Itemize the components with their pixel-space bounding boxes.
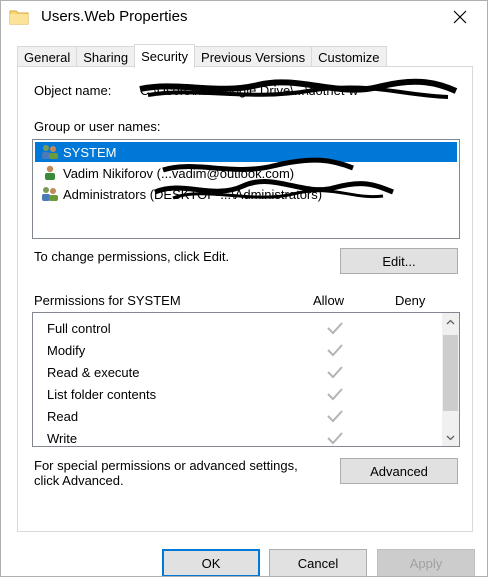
special-permissions-text-2: click Advanced. (34, 473, 124, 488)
advanced-button[interactable]: Advanced (340, 458, 458, 484)
tab-previous-versions[interactable]: Previous Versions (194, 46, 313, 67)
group-names-label: Group or user names: (34, 119, 161, 134)
deny-header: Deny (395, 293, 426, 308)
group-user-list[interactable]: SYSTEM Vadim Nikiforov (...vadim@outlook… (32, 139, 460, 239)
chevron-down-icon (446, 435, 455, 440)
list-item-administrators[interactable]: Administrators (DESKTOP-...\Administrato… (35, 184, 457, 204)
list-item-system[interactable]: SYSTEM (35, 142, 457, 162)
tab-label: General (24, 49, 71, 65)
ok-button[interactable]: OK (162, 549, 260, 576)
allow-check-icon (327, 410, 343, 423)
list-item-vadim[interactable]: Vadim Nikiforov (...vadim@outlook.com) (35, 163, 457, 183)
list-item-label: Administrators (DESKTOP-...\Administrato… (63, 186, 323, 202)
permissions-for-label: Permissions for SYSTEM (34, 293, 181, 308)
allow-header: Allow (313, 293, 345, 308)
change-permissions-text: To change permissions, click Edit. (34, 249, 230, 264)
scroll-up-button[interactable] (442, 313, 459, 330)
tab-strip: General Sharing Security Previous Versio… (17, 44, 387, 68)
permission-row-write: Write (47, 427, 343, 449)
users-group-icon (42, 145, 58, 159)
object-name-value[interactable]: C:\Users\nik\Google Drive\...\dotnet-w (140, 83, 460, 98)
tab-label: Sharing (83, 49, 129, 65)
scroll-thumb[interactable] (443, 335, 458, 411)
permission-label: Read (47, 408, 79, 424)
list-item-label: SYSTEM (63, 144, 117, 160)
tab-label: Customize (318, 49, 380, 65)
list-item-label: Vadim Nikiforov (...vadim@outlook.com) (63, 165, 295, 181)
allow-check-icon (327, 432, 343, 445)
tab-label: Security (141, 49, 189, 64)
allow-check-icon (327, 366, 343, 379)
object-name-label: Object name: (34, 83, 112, 98)
permission-row-modify: Modify (47, 339, 343, 361)
tab-general[interactable]: General (17, 46, 78, 67)
tab-customize[interactable]: Customize (311, 46, 387, 67)
allow-check-icon (327, 344, 343, 357)
permission-label: List folder contents (47, 386, 157, 402)
permission-label: Modify (47, 342, 86, 358)
close-icon (453, 10, 467, 24)
close-button[interactable] (437, 1, 483, 33)
tab-sharing[interactable]: Sharing (76, 46, 136, 67)
cancel-button[interactable]: Cancel (269, 549, 367, 576)
special-permissions-text-1: For special permissions or advanced sett… (34, 458, 298, 473)
title-bar[interactable]: Users.Web Properties (1, 1, 487, 33)
apply-button[interactable]: Apply (377, 549, 475, 576)
permissions-list[interactable]: Full control Modify Read & execute List … (32, 312, 460, 447)
permission-row-list-folder: List folder contents (47, 383, 343, 405)
window-title: Users.Web Properties (41, 8, 188, 25)
tab-label: Previous Versions (201, 49, 306, 65)
folder-icon (9, 10, 29, 25)
permission-label: Write (47, 430, 78, 446)
tab-security[interactable]: Security (134, 44, 196, 68)
permissions-scrollbar[interactable] (442, 313, 459, 446)
allow-check-icon (327, 322, 343, 335)
users-group-icon (42, 187, 58, 201)
permission-label: Full control (47, 320, 111, 336)
permission-label: Read & execute (47, 364, 140, 380)
security-panel: Object name: C:\Users\nik\Google Drive\.… (17, 66, 473, 532)
scroll-down-button[interactable] (442, 429, 459, 446)
allow-check-icon (327, 388, 343, 401)
permission-row-full-control: Full control (47, 317, 343, 339)
permission-row-read: Read (47, 405, 343, 427)
permission-row-read-execute: Read & execute (47, 361, 343, 383)
chevron-up-icon (446, 319, 455, 324)
properties-dialog: Users.Web Properties General Sharing Sec… (0, 0, 488, 577)
edit-button[interactable]: Edit... (340, 248, 458, 274)
user-icon (45, 165, 55, 180)
